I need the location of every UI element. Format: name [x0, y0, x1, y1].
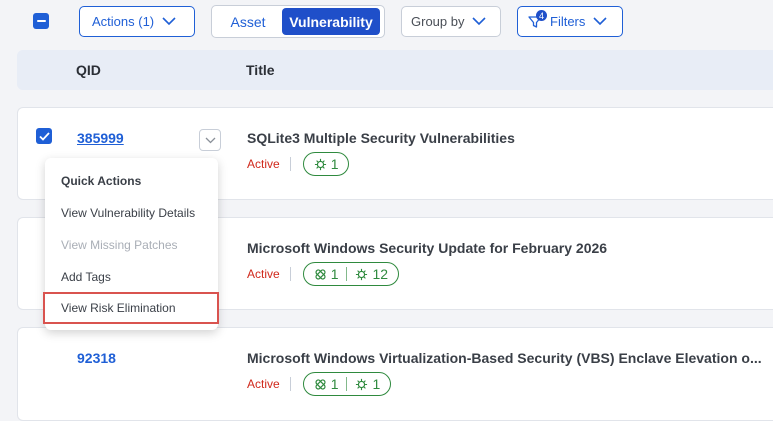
- patch-count: 1: [330, 376, 339, 392]
- chevron-down-icon: [472, 17, 487, 26]
- qid-link[interactable]: 92318: [77, 350, 116, 366]
- table-header: QID Title: [17, 50, 773, 90]
- toolbar: Actions (1) Asset Vulnerability Group by…: [0, 0, 773, 48]
- patch-count: 1: [330, 266, 339, 282]
- status-badge: Active: [247, 157, 280, 171]
- menu-item-label: View Vulnerability Details: [61, 206, 196, 220]
- column-header-title[interactable]: Title: [246, 62, 275, 78]
- count-pill[interactable]: 1 12: [302, 262, 400, 286]
- count-pill[interactable]: 1 1: [302, 372, 392, 396]
- quick-actions-title: Quick Actions: [61, 174, 142, 188]
- count-pill[interactable]: 1: [302, 152, 350, 176]
- toggle-vulnerability-label: Vulnerability: [289, 13, 373, 30]
- qid-link[interactable]: 385999: [77, 130, 124, 146]
- vulnerability-title[interactable]: Microsoft Windows Virtualization-Based S…: [247, 350, 762, 366]
- pill-divider: [346, 267, 348, 281]
- threat-count: 12: [372, 266, 389, 282]
- row-meta: Active 1 1: [247, 372, 392, 396]
- toggle-asset-label: Asset: [230, 13, 266, 30]
- chevron-down-icon: [593, 17, 607, 26]
- filters-button[interactable]: 4 Filters: [517, 6, 623, 37]
- divider: [289, 377, 291, 391]
- group-by-button[interactable]: Group by: [401, 6, 501, 37]
- toggle-vulnerability[interactable]: Vulnerability: [282, 8, 380, 35]
- group-by-label: Group by: [411, 14, 465, 29]
- filters-label: Filters: [550, 14, 586, 29]
- pill-divider: [346, 377, 348, 391]
- virus-icon: [356, 268, 368, 280]
- menu-item-view-risk-elimination[interactable]: View Risk Elimination: [43, 292, 219, 324]
- menu-item-label: View Risk Elimination: [61, 301, 176, 315]
- toggle-asset[interactable]: Asset: [214, 8, 282, 35]
- table-row[interactable]: 92318 Microsoft Windows Virtualization-B…: [17, 327, 773, 421]
- vulnerability-title[interactable]: SQLite3 Multiple Security Vulnerabilitie…: [247, 130, 515, 146]
- row-checkbox[interactable]: [36, 128, 52, 144]
- chevron-down-icon: [205, 137, 215, 143]
- status-badge: Active: [247, 377, 280, 391]
- column-header-qid[interactable]: QID: [76, 62, 101, 78]
- menu-item-view-vulnerability-details[interactable]: View Vulnerability Details: [45, 197, 218, 229]
- bandage-icon: [315, 378, 326, 390]
- check-icon: [38, 131, 50, 141]
- quick-actions-menu: Quick Actions View Vulnerability Details…: [43, 158, 219, 330]
- actions-label: Actions (1): [92, 14, 155, 29]
- select-all-checkbox[interactable]: [33, 13, 49, 29]
- menu-item-add-tags[interactable]: Add Tags: [45, 261, 218, 293]
- filters-count-badge: 4: [536, 10, 547, 21]
- row-meta: Active 1: [247, 152, 350, 176]
- row-actions-dropdown[interactable]: [199, 129, 221, 151]
- vulnerability-title[interactable]: Microsoft Windows Security Update for Fe…: [247, 240, 607, 256]
- minus-checkbox-icon: [36, 20, 46, 22]
- menu-item-label: View Missing Patches: [61, 238, 178, 252]
- status-badge: Active: [247, 267, 280, 281]
- menu-item-label: Add Tags: [61, 270, 111, 284]
- divider: [289, 157, 291, 171]
- threat-count: 1: [372, 376, 381, 392]
- divider: [289, 267, 291, 281]
- bandage-icon: [315, 268, 326, 280]
- virus-icon: [356, 378, 368, 390]
- threat-count: 1: [330, 156, 339, 172]
- menu-item-view-missing-patches: View Missing Patches: [45, 229, 218, 261]
- row-meta: Active 1 12: [247, 262, 400, 286]
- view-toggle: Asset Vulnerability: [211, 5, 385, 38]
- actions-button[interactable]: Actions (1): [79, 6, 195, 37]
- virus-icon: [314, 158, 326, 170]
- chevron-down-icon: [162, 17, 176, 26]
